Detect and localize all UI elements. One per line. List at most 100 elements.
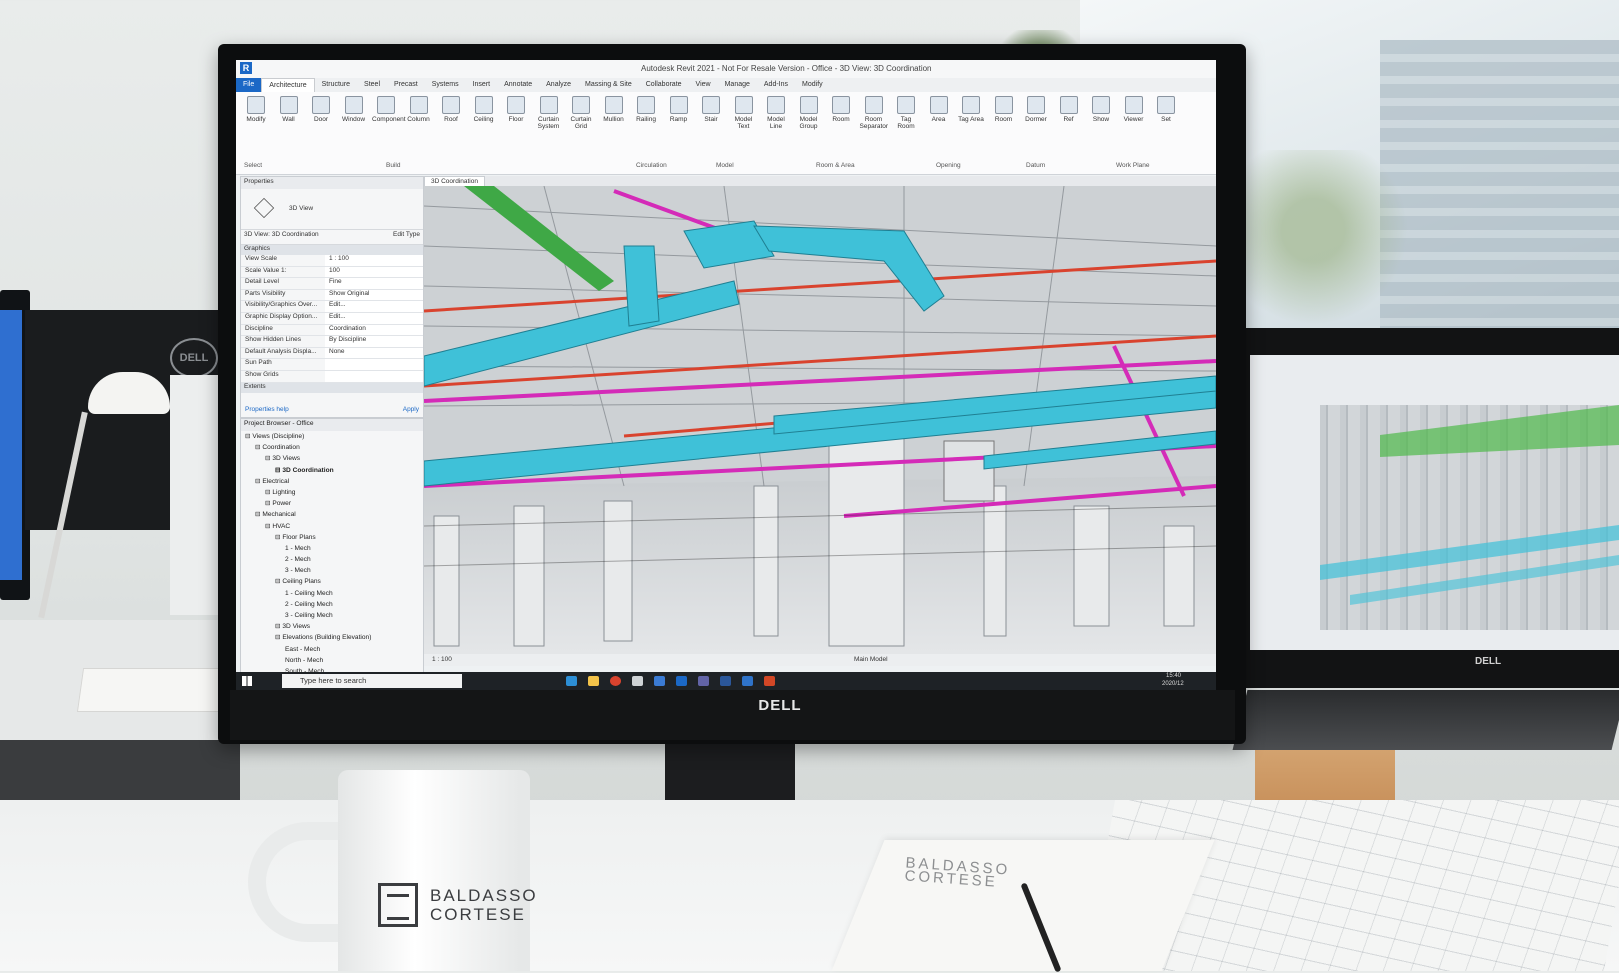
type-selector[interactable]: 3D View <box>241 189 423 230</box>
browser-node[interactable]: ⊟ Lighting <box>241 487 423 498</box>
store-icon[interactable] <box>632 676 643 686</box>
tool-ref-button[interactable]: Ref <box>1055 96 1083 123</box>
tool-dormer-button[interactable]: Dormer <box>1022 96 1050 123</box>
property-value[interactable]: Edit... <box>325 301 423 312</box>
browser-node[interactable]: 1 - Mech <box>241 543 423 554</box>
mail-icon[interactable] <box>654 676 665 686</box>
tool-column-button[interactable]: Column <box>405 96 433 123</box>
tab-view[interactable]: View <box>689 78 718 92</box>
browser-node[interactable]: ⊟ Mechanical <box>241 509 423 520</box>
3d-viewport[interactable] <box>424 186 1216 654</box>
tool-model-line-button[interactable]: Model Line <box>762 96 790 130</box>
tab-architecture[interactable]: Architecture <box>261 78 315 92</box>
tool-curtain-system-button[interactable]: Curtain System <box>535 96 563 130</box>
tool-wall-button[interactable]: Wall <box>275 96 303 123</box>
browser-node[interactable]: ⊟ Power <box>241 498 423 509</box>
browser-node[interactable]: ⊟ HVAC <box>241 521 423 532</box>
property-value[interactable] <box>325 370 423 382</box>
outlook-icon[interactable] <box>676 676 687 686</box>
tool-railing-button[interactable]: Railing <box>632 96 660 123</box>
tab-massing-site[interactable]: Massing & Site <box>578 78 639 92</box>
property-value[interactable]: Fine <box>325 278 423 289</box>
tool-roof-button[interactable]: Roof <box>437 96 465 123</box>
edit-type-button[interactable]: Edit Type <box>393 231 420 243</box>
windows-start-icon[interactable] <box>242 676 252 686</box>
tab-systems[interactable]: Systems <box>425 78 466 92</box>
browser-node[interactable]: ⊟ 3D Coordination <box>241 465 423 476</box>
property-value[interactable]: None <box>325 347 423 359</box>
view-scale[interactable]: 1 : 100 <box>432 656 452 663</box>
browser-node[interactable]: ⊟ 3D Views <box>241 453 423 464</box>
instance-selector[interactable]: 3D View: 3D Coordination Edit Type <box>241 230 423 245</box>
tool-area-button[interactable]: Area <box>925 96 953 123</box>
tab-manage[interactable]: Manage <box>718 78 757 92</box>
browser-node[interactable]: ⊟ Floor Plans <box>241 532 423 543</box>
powerpoint-icon[interactable] <box>764 676 775 686</box>
tab-precast[interactable]: Precast <box>387 78 425 92</box>
browser-node[interactable]: 2 - Ceiling Mech <box>241 599 423 610</box>
browser-node[interactable]: ⊟ 3D Views <box>241 621 423 632</box>
browser-node[interactable]: ⊟ Elevations (Building Elevation) <box>241 632 423 643</box>
revit-logo-icon[interactable]: R <box>240 62 252 74</box>
property-value[interactable]: Coordination <box>325 324 423 336</box>
property-value[interactable]: By Discipline <box>325 336 423 347</box>
browser-node[interactable]: North - Mech <box>241 655 423 666</box>
tool-mullion-button[interactable]: Mullion <box>600 96 628 123</box>
browser-node[interactable]: 3 - Ceiling Mech <box>241 610 423 621</box>
tab-structure[interactable]: Structure <box>315 78 357 92</box>
tool-set-button[interactable]: Set <box>1152 96 1180 123</box>
tool-room-separator-button[interactable]: Room Separator <box>860 96 888 130</box>
tool-window-button[interactable]: Window <box>340 96 368 123</box>
tool-viewer-button[interactable]: Viewer <box>1120 96 1148 123</box>
tab-steel[interactable]: Steel <box>357 78 387 92</box>
tab-analyze[interactable]: Analyze <box>539 78 578 92</box>
taskbar-clock[interactable]: 15:40 <box>1166 673 1181 679</box>
browser-node[interactable]: 3 - Mech <box>241 565 423 576</box>
tool-component-button[interactable]: Component <box>372 96 406 123</box>
property-value[interactable]: Edit... <box>325 312 423 324</box>
properties-help-link[interactable]: Properties help <box>245 406 289 413</box>
tool-floor-button[interactable]: Floor <box>502 96 530 123</box>
tab-modify[interactable]: Modify <box>795 78 830 92</box>
tool-room-button[interactable]: Room <box>827 96 855 123</box>
tool-tag-area-button[interactable]: Tag Area <box>957 96 985 123</box>
tool-ceiling-button[interactable]: Ceiling <box>470 96 498 123</box>
teams-icon[interactable] <box>698 676 709 686</box>
property-value[interactable]: 1 : 100 <box>325 255 423 266</box>
property-value[interactable]: 100 <box>325 266 423 278</box>
tool-ramp-button[interactable]: Ramp <box>665 96 693 123</box>
tool-stair-button[interactable]: Stair <box>697 96 725 123</box>
word-icon[interactable] <box>720 676 731 686</box>
tool-modify-button[interactable]: Modify <box>242 96 270 123</box>
browser-node[interactable]: East - Mech <box>241 644 423 655</box>
tool-model-text-button[interactable]: Model Text <box>730 96 758 130</box>
edge-icon[interactable] <box>566 676 577 686</box>
tool-model-group-button[interactable]: Model Group <box>795 96 823 130</box>
file-explorer-icon[interactable] <box>588 676 599 686</box>
laptop-logo: DELL <box>1475 656 1502 667</box>
taskbar-date[interactable]: 2020/12 <box>1162 681 1184 687</box>
tool-show-button[interactable]: Show <box>1087 96 1115 123</box>
tool-tag-room-button[interactable]: Tag Room <box>892 96 920 130</box>
revit-taskbar-icon[interactable] <box>742 676 753 686</box>
property-value[interactable]: Show Original <box>325 289 423 301</box>
tab-file[interactable]: File <box>236 78 262 92</box>
property-value[interactable] <box>325 359 423 370</box>
browser-node[interactable]: ⊟ Coordination <box>241 442 423 453</box>
tab-annotate[interactable]: Annotate <box>497 78 539 92</box>
browser-node[interactable]: ⊟ Electrical <box>241 476 423 487</box>
apply-button[interactable]: Apply <box>403 406 419 413</box>
tool-room-button[interactable]: Room <box>990 96 1018 123</box>
browser-node[interactable]: 2 - Mech <box>241 554 423 565</box>
browser-node[interactable]: ⊟ Ceiling Plans <box>241 576 423 587</box>
browser-node[interactable]: 1 - Ceiling Mech <box>241 588 423 599</box>
tool-curtain-grid-button[interactable]: Curtain Grid <box>567 96 595 130</box>
tab-insert[interactable]: Insert <box>466 78 498 92</box>
tab-collaborate[interactable]: Collaborate <box>639 78 689 92</box>
tab-add-ins[interactable]: Add-Ins <box>757 78 795 92</box>
tool-label: Floor <box>508 116 524 123</box>
chrome-icon[interactable] <box>610 676 621 686</box>
browser-node[interactable]: ⊟ Views (Discipline) <box>241 431 423 442</box>
taskbar-search[interactable]: Type here to search <box>282 674 462 688</box>
tool-door-button[interactable]: Door <box>307 96 335 123</box>
